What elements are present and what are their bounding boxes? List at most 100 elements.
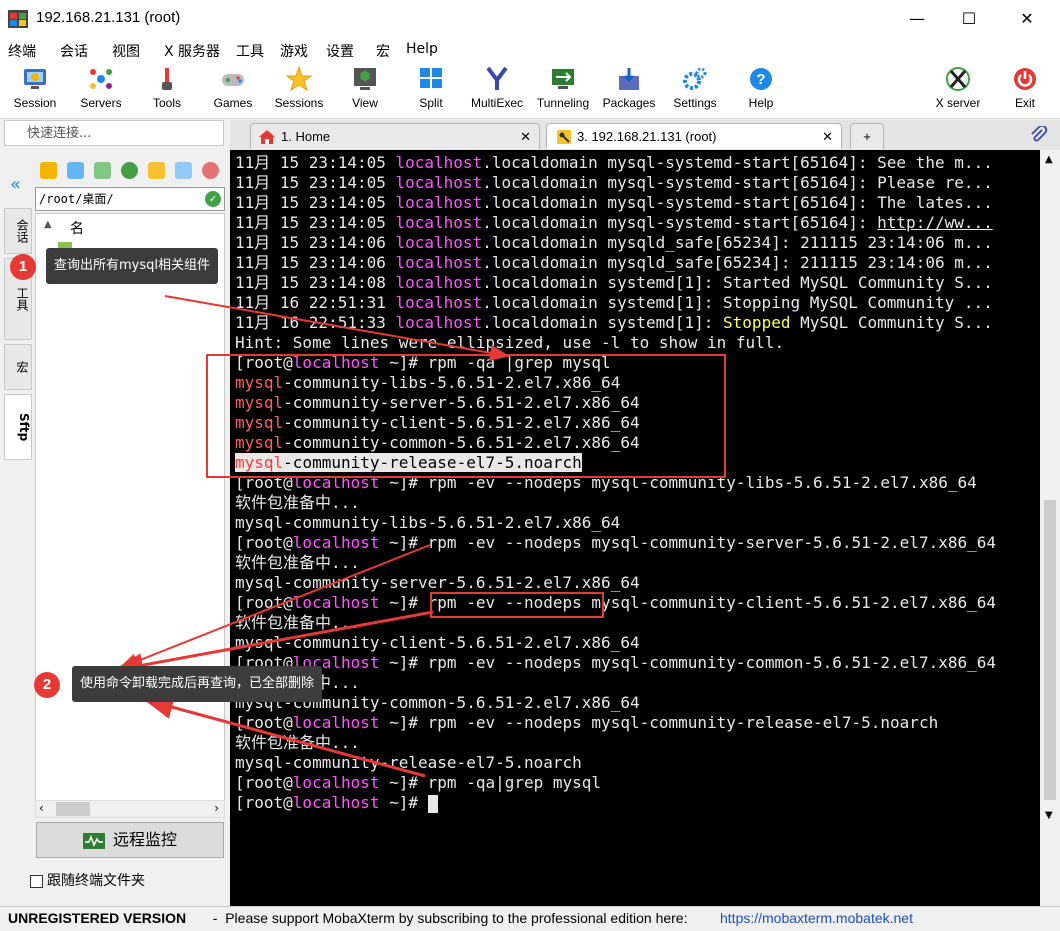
terminal-text: mysql-community-client-5.6.51-2.el7.x86_… bbox=[235, 633, 640, 652]
terminal-text: 软件包准备中... bbox=[235, 613, 360, 632]
remote-monitor-button[interactable]: 远程监控 bbox=[36, 822, 224, 858]
minimize-button[interactable]: — bbox=[894, 0, 940, 38]
scroll-thumb[interactable] bbox=[1044, 500, 1056, 800]
sftp-path-input[interactable]: /root/桌面/ ✓ bbox=[35, 187, 225, 211]
menu-tools[interactable]: 工具 bbox=[236, 41, 264, 61]
terminal-text: 11月 15 23:14:06 bbox=[235, 253, 396, 272]
terminal-cursor bbox=[427, 794, 438, 813]
servers-button[interactable]: Servers bbox=[69, 66, 133, 110]
packages-button[interactable]: Packages bbox=[597, 66, 661, 110]
terminal-text: [root@ bbox=[235, 533, 293, 552]
terminal-line: mysql-community-release-el7-5.noarch bbox=[235, 753, 582, 773]
confirm-path-icon[interactable]: ✓ bbox=[205, 191, 221, 207]
title-bar: 192.168.21.131 (root) — ☐ ✕ bbox=[0, 0, 1060, 38]
menu-view[interactable]: 视图 bbox=[112, 41, 140, 61]
close-button[interactable]: ✕ bbox=[1004, 0, 1050, 38]
terminal-text: ~]# rpm -ev --nodeps mysql-community-rel… bbox=[379, 713, 939, 732]
tab-home[interactable]: 1. Home ✕ bbox=[250, 123, 540, 149]
mobatek-link[interactable]: https://mobaxterm.mobatek.net bbox=[720, 907, 913, 929]
new-folder-icon[interactable] bbox=[148, 162, 165, 179]
tunneling-button[interactable]: Tunneling bbox=[531, 66, 595, 110]
close-tab-icon[interactable]: ✕ bbox=[520, 124, 531, 150]
terminal-line: 11月 15 23:14:05 localhost.localdomain my… bbox=[235, 173, 993, 193]
menu-games[interactable]: 游戏 bbox=[280, 41, 308, 61]
maximize-button[interactable]: ☐ bbox=[946, 0, 992, 38]
close-tab-icon[interactable]: ✕ bbox=[822, 124, 833, 150]
terminal-text: localhost bbox=[292, 713, 380, 732]
callout-1-number: 1 bbox=[10, 254, 36, 280]
menu-macros[interactable]: 宏 bbox=[376, 41, 390, 61]
tab-session[interactable]: 3. 192.168.21.131 (root) ✕ bbox=[546, 123, 842, 149]
menu-help[interactable]: Help bbox=[406, 41, 438, 57]
x-server-button[interactable]: X server bbox=[926, 66, 990, 110]
terminal-text: mysql-community-server-5.6.51-2.el7.x86_… bbox=[235, 573, 640, 592]
menu-terminal[interactable]: 终端 bbox=[8, 41, 36, 61]
mobaxterm-app-icon bbox=[8, 10, 28, 28]
exit-button[interactable]: Exit bbox=[993, 66, 1057, 110]
menu-sessions[interactable]: 会话 bbox=[60, 41, 88, 61]
settings-button[interactable]: Settings bbox=[663, 66, 727, 110]
terminal-text: http://ww... bbox=[877, 213, 993, 232]
terminal-line: 11月 16 22:51:31 localhost.localdomain sy… bbox=[235, 293, 993, 313]
sessions-button[interactable]: Sessions bbox=[267, 66, 331, 110]
menu-settings[interactable]: 设置 bbox=[326, 41, 354, 61]
toolbar-label: View bbox=[352, 96, 378, 110]
split-button[interactable]: Split bbox=[399, 66, 463, 110]
terminal[interactable]: 11月 15 23:14:05 localhost.localdomain my… bbox=[230, 150, 1040, 906]
tunneling-icon bbox=[552, 69, 574, 89]
sftp-file-list[interactable]: ▲ 名 bbox=[35, 213, 225, 803]
new-file-icon[interactable] bbox=[175, 162, 192, 179]
scroll-thumb[interactable] bbox=[56, 802, 90, 816]
terminal-line: 软件包准备中... bbox=[235, 553, 360, 573]
scroll-left-icon[interactable]: ‹ bbox=[39, 801, 44, 815]
toolbar-label: Help bbox=[748, 96, 774, 110]
side-tab-macros[interactable]: 宏 bbox=[4, 344, 32, 390]
terminal-text: localhost bbox=[395, 253, 483, 272]
paperclip-icon[interactable] bbox=[1030, 126, 1048, 144]
terminal-line: [root@localhost ~]# rpm -ev --nodeps mys… bbox=[235, 533, 996, 553]
tab-label: 1. Home bbox=[281, 129, 331, 144]
terminal-line: mysql-community-server-5.6.51-2.el7.x86_… bbox=[235, 573, 640, 593]
terminal-text: .localdomain mysql-systemd-start[65164]: bbox=[482, 213, 878, 232]
collapse-sidebar-icon[interactable]: « bbox=[10, 174, 21, 195]
toolbar-label: Sessions bbox=[274, 96, 324, 110]
sftp-horizontal-scrollbar[interactable]: ‹ › bbox=[35, 800, 225, 818]
scroll-down-icon[interactable]: ▼ bbox=[1045, 810, 1053, 821]
sessions-star-icon bbox=[286, 66, 312, 92]
games-button[interactable]: Games bbox=[201, 66, 265, 110]
side-tab-sftp[interactable]: Sftp bbox=[4, 394, 32, 460]
terminal-line: 11月 15 23:14:05 localhost.localdomain my… bbox=[235, 213, 993, 233]
column-name-header[interactable]: 名 bbox=[70, 218, 84, 238]
session-button[interactable]: Session bbox=[3, 66, 67, 110]
follow-checkbox[interactable] bbox=[30, 874, 43, 888]
delete-icon[interactable] bbox=[202, 162, 219, 179]
terminal-line: Hint: Some lines were ellipsized, use -l… bbox=[235, 333, 784, 353]
support-message: - Please support MobaXterm by subscribin… bbox=[205, 910, 688, 926]
terminal-line: 软件包准备中... bbox=[235, 733, 360, 753]
terminal-vertical-scrollbar[interactable]: ▲ ▼ bbox=[1040, 150, 1060, 906]
side-tab-sessions[interactable]: 会话 bbox=[4, 208, 32, 254]
upload-icon[interactable] bbox=[94, 162, 111, 179]
terminal-text: .localdomain mysqld_safe[65234]: 211115 … bbox=[482, 253, 993, 272]
follow-terminal-folder[interactable]: 跟随终端文件夹 bbox=[30, 870, 145, 890]
download-icon[interactable] bbox=[67, 162, 84, 179]
terminal-line: 11月 15 23:14:06 localhost.localdomain my… bbox=[235, 233, 993, 253]
scroll-up-icon[interactable]: ▲ bbox=[1045, 154, 1053, 165]
terminal-line: 软件包准备中... bbox=[235, 493, 360, 513]
refresh-icon[interactable] bbox=[121, 162, 138, 179]
help-button[interactable]: ? Help bbox=[729, 66, 793, 110]
terminal-line: [root@localhost ~]# rpm -ev --nodeps mys… bbox=[235, 593, 996, 613]
sort-arrow-icon: ▲ bbox=[44, 219, 52, 230]
terminal-text: mysql-community-release-el7-5.noarch bbox=[235, 753, 582, 772]
toolbar-label: Settings bbox=[673, 96, 717, 110]
scroll-right-icon[interactable]: › bbox=[214, 801, 219, 815]
parent-folder-icon[interactable] bbox=[40, 162, 57, 179]
terminal-line: 11月 15 23:14:05 localhost.localdomain my… bbox=[235, 193, 993, 213]
new-tab-button[interactable]: + bbox=[850, 123, 884, 149]
tools-button[interactable]: Tools bbox=[135, 66, 199, 110]
multiexec-button[interactable]: MultiExec bbox=[465, 66, 529, 110]
add-tab-icon: + bbox=[863, 129, 871, 144]
view-button[interactable]: View bbox=[333, 66, 397, 110]
menu-x-server[interactable]: X 服务器 bbox=[164, 41, 220, 61]
quick-connect-input[interactable]: 快速连接... bbox=[4, 120, 224, 146]
